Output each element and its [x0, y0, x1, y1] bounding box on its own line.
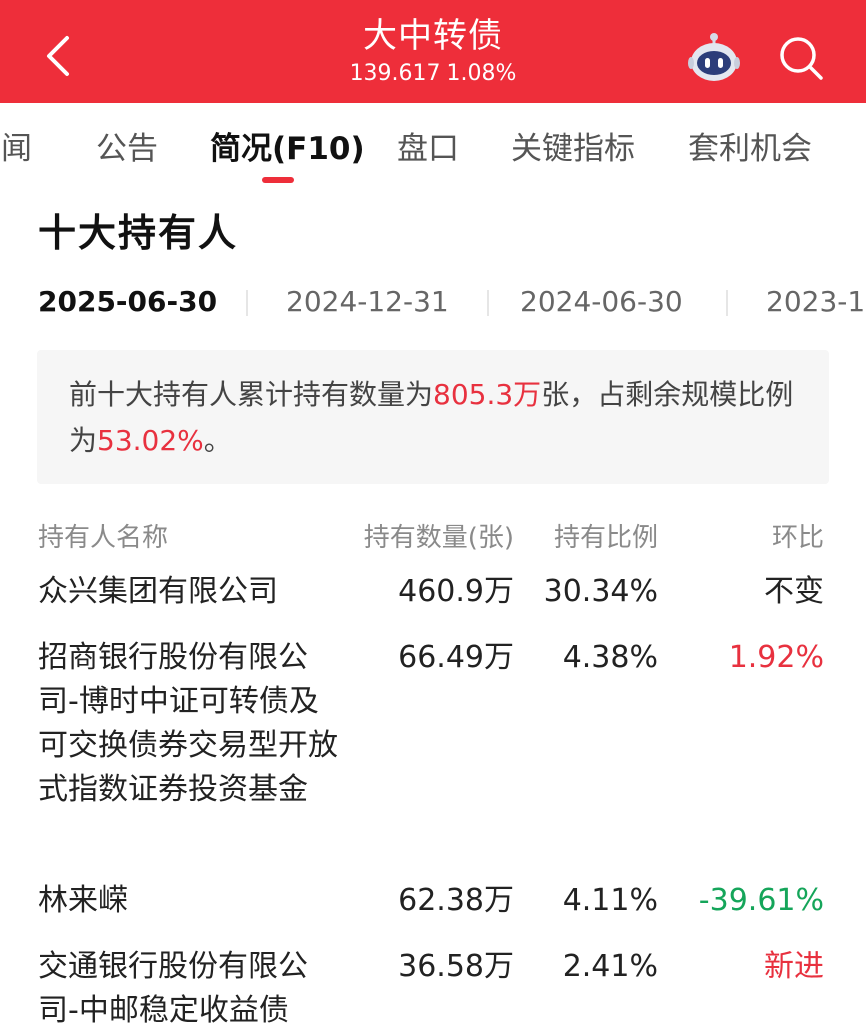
date-option[interactable]: 2025-06-30 [38, 280, 217, 324]
date-option[interactable]: 2024-06-30 [520, 280, 683, 324]
tab-f10-overview[interactable]: 简况(F10) [210, 127, 365, 171]
tab-announcements[interactable]: 公告 [96, 127, 158, 171]
price-change: 1.08% [446, 61, 517, 86]
date-divider [726, 290, 728, 316]
tab-key-indicators[interactable]: 关键指标 [511, 127, 635, 171]
top-header: 大中转债 139.617 1.08% [0, 0, 866, 103]
holder-ratio: 4.38% [562, 640, 658, 675]
search-button[interactable] [776, 33, 826, 83]
tab-bar: 新闻 公告 简况(F10) 盘口 关键指标 套利机会 [0, 103, 866, 193]
holder-qty: 36.58万 [398, 949, 514, 984]
tab-order-book[interactable]: 盘口 [397, 127, 459, 171]
date-divider [487, 290, 489, 316]
holder-name: 众兴集团有限公司 [38, 574, 278, 609]
holdings-summary: 前十大持有人累计持有数量为805.3万张，占剩余规模比例为53.02%。 [37, 350, 829, 484]
robot-assistant-icon [688, 33, 740, 81]
holder-qty: 460.9万 [398, 574, 514, 609]
report-date-selector: 2025-06-30 2024-12-31 2024-06-30 2023-12… [0, 280, 866, 326]
date-option[interactable]: 2024-12-31 [286, 280, 449, 324]
holder-change: 1.92% [728, 640, 824, 675]
date-option[interactable]: 2023-12-31 [766, 280, 866, 324]
summary-suffix: 。 [203, 424, 232, 457]
holder-name: 招商银行股份有限公司-博时中证可转债及可交换债券交易型开放式指数证券投资基金 [38, 640, 338, 807]
section-title: 十大持有人 [38, 211, 239, 255]
column-header-name: 持有人名称 [38, 523, 169, 553]
holder-change: -39.61% [698, 883, 824, 918]
holder-change: 不变 [764, 574, 824, 609]
search-icon [780, 37, 823, 80]
holder-name: 林来嵘 [38, 883, 128, 918]
date-divider [246, 290, 248, 316]
summary-amount: 805.3万 [433, 378, 542, 411]
tab-arbitrage[interactable]: 套利机会 [688, 127, 812, 171]
current-price: 139.617 [349, 61, 441, 86]
column-header-qty: 持有数量(张) [363, 523, 514, 553]
holder-change: 新进 [764, 949, 824, 984]
summary-ratio: 53.02% [97, 424, 204, 457]
holder-qty: 66.49万 [398, 640, 514, 675]
holder-ratio: 2.41% [562, 949, 658, 984]
column-header-ratio: 持有比例 [553, 523, 658, 553]
column-header-change: 环比 [771, 523, 824, 553]
holder-ratio: 30.34% [543, 574, 658, 609]
robot-assistant-button[interactable] [686, 32, 742, 84]
holder-qty: 62.38万 [398, 883, 514, 918]
summary-prefix: 前十大持有人累计持有数量为 [69, 378, 434, 411]
holder-ratio: 4.11% [562, 883, 658, 918]
tab-news[interactable]: 新闻 [0, 127, 32, 171]
active-tab-indicator [262, 177, 294, 183]
holder-name: 交通银行股份有限公司-中邮稳定收益债 [38, 949, 308, 1024]
